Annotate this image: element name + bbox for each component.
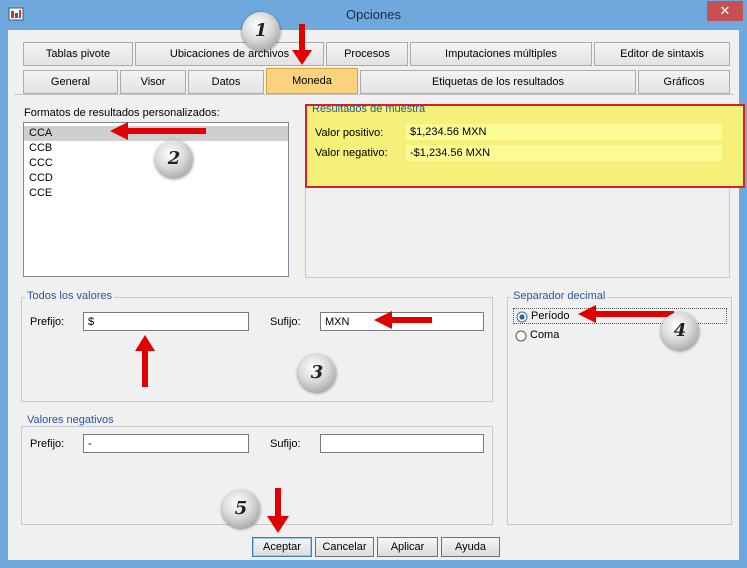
sample-results-legend: Resultados de muestra: [312, 103, 426, 115]
negative-suffix-label: Sufijo:: [270, 438, 301, 450]
tab-general[interactable]: General: [23, 70, 118, 94]
positive-value-display: $1,234.56 MXN: [406, 124, 722, 140]
negative-values-legend: Valores negativos: [25, 414, 116, 426]
window-frame-bottom: [0, 560, 747, 568]
help-button[interactable]: Ayuda: [441, 537, 500, 557]
radio-periodo-label: Período: [531, 310, 570, 322]
step-badge-1: 1: [242, 12, 280, 50]
tab-visor[interactable]: Visor: [120, 70, 186, 94]
negative-suffix-input[interactable]: [320, 434, 484, 453]
app-icon: [8, 6, 24, 22]
apply-button[interactable]: Aplicar: [377, 537, 438, 557]
list-item[interactable]: CCE: [24, 186, 288, 201]
arrow-left-4-icon: [578, 305, 674, 323]
step-badge-3: 3: [298, 354, 336, 392]
window-frame-left: [0, 30, 8, 568]
step-badge-4: 4: [661, 312, 699, 350]
tab-etiquetas-resultados[interactable]: Etiquetas de los resultados: [360, 70, 636, 94]
arrow-left-suffix-icon: [374, 311, 432, 329]
step-badge-5: 5: [222, 490, 260, 528]
formats-label: Formatos de resultados personalizados:: [24, 107, 220, 119]
decimal-separator-legend: Separador decimal: [511, 290, 608, 302]
tab-moneda[interactable]: Moneda: [266, 68, 358, 94]
negative-prefix-input[interactable]: [83, 434, 249, 453]
radio-selected-icon: [516, 311, 528, 323]
tab-tablas-pivote[interactable]: Tablas pivote: [23, 42, 133, 66]
all-values-legend: Todos los valores: [25, 290, 114, 302]
positive-value-label: Valor positivo:: [315, 127, 384, 139]
radio-unselected-icon: [515, 330, 527, 342]
tab-graficos[interactable]: Gráficos: [638, 70, 730, 94]
radio-coma-label: Coma: [530, 329, 560, 341]
negative-prefix-label: Prefijo:: [30, 438, 65, 450]
close-button[interactable]: ✕: [707, 1, 743, 21]
cancel-button[interactable]: Cancelar: [315, 537, 374, 557]
prefix-label: Prefijo:: [30, 316, 65, 328]
tab-datos[interactable]: Datos: [188, 70, 264, 94]
list-item[interactable]: CCD: [24, 171, 288, 186]
window-title: Opciones: [346, 7, 401, 22]
tab-panel-border: [14, 94, 734, 95]
arrow-down-5-icon: [267, 488, 289, 533]
arrow-down-1-icon: [292, 24, 312, 65]
tab-procesos[interactable]: Procesos: [326, 42, 408, 66]
formats-listbox[interactable]: CCA CCB CCC CCD CCE: [23, 122, 289, 277]
tab-imputaciones-multiples[interactable]: Imputaciones múltiples: [410, 42, 592, 66]
negative-value-label: Valor negativo:: [315, 147, 388, 159]
ok-button[interactable]: Aceptar: [252, 537, 312, 557]
arrow-left-2-icon: [110, 122, 206, 140]
suffix-label: Sufijo:: [270, 316, 301, 328]
radio-coma[interactable]: Coma: [513, 328, 593, 344]
prefix-input[interactable]: [83, 312, 249, 331]
step-badge-2: 2: [155, 140, 193, 178]
tab-editor-sintaxis[interactable]: Editor de sintaxis: [594, 42, 730, 66]
negative-value-display: -$1,234.56 MXN: [406, 145, 722, 161]
arrow-up-prefix-icon: [135, 335, 155, 387]
